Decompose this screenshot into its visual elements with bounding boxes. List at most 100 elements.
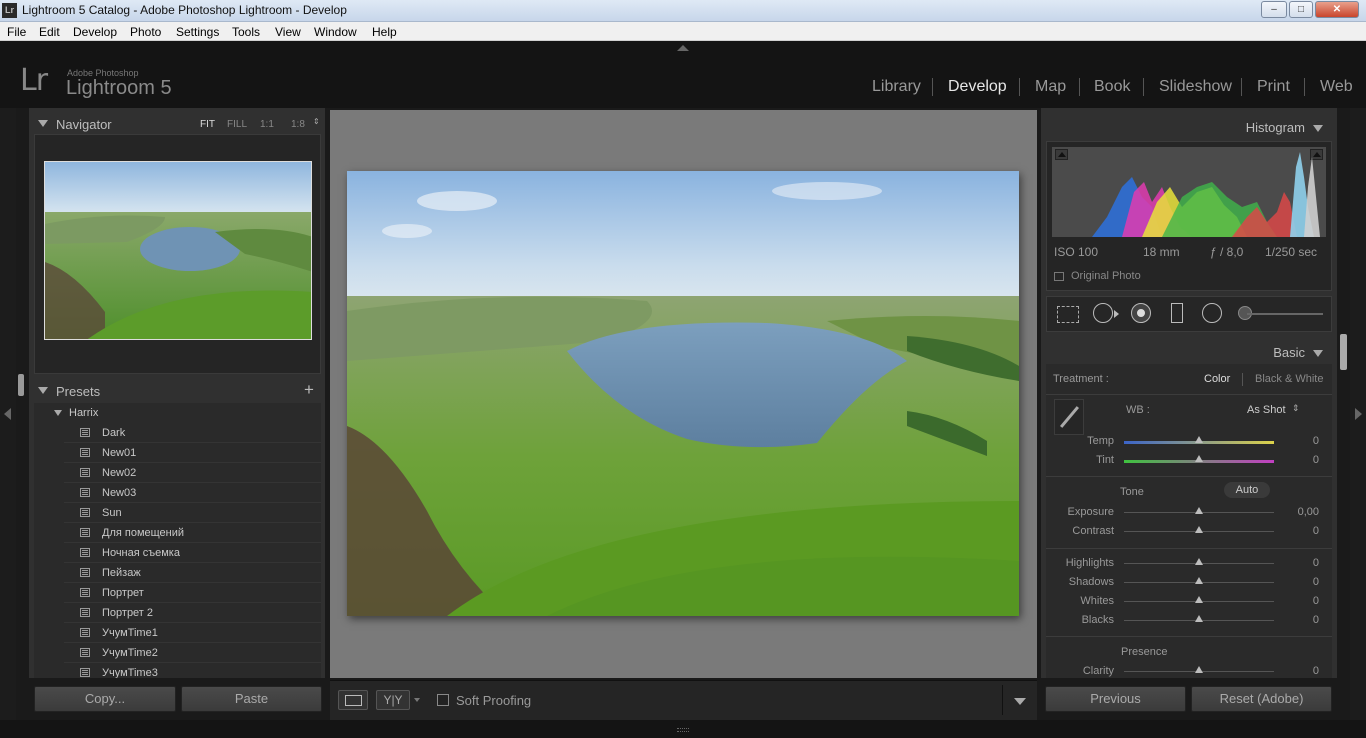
module-slideshow[interactable]: Slideshow — [1159, 78, 1232, 96]
exposure-value[interactable]: 0,00 — [1279, 506, 1319, 518]
contrast-slider-thumb[interactable] — [1195, 526, 1203, 533]
clarity-value[interactable]: 0 — [1279, 665, 1319, 677]
tint-slider-thumb[interactable] — [1195, 455, 1203, 462]
preset-item[interactable]: New02 — [64, 463, 321, 483]
landscape-photo — [347, 171, 1019, 616]
right-panel-toggle-icon[interactable] — [1355, 408, 1362, 420]
module-library[interactable]: Library — [872, 78, 921, 96]
toolbar-options-icon[interactable] — [1014, 698, 1026, 705]
loupe-view-icon[interactable] — [338, 690, 368, 710]
clarity-slider-thumb[interactable] — [1195, 666, 1203, 673]
main-photo[interactable] — [347, 171, 1019, 616]
blacks-value[interactable]: 0 — [1279, 614, 1319, 626]
graduated-filter-tool-icon[interactable] — [1171, 303, 1183, 323]
menu-photo[interactable]: Photo — [130, 25, 161, 39]
original-photo-checkbox[interactable] — [1054, 272, 1064, 281]
crop-tool-icon[interactable] — [1057, 306, 1079, 323]
menu-help[interactable]: Help — [372, 25, 397, 39]
shadows-slider-thumb[interactable] — [1195, 577, 1203, 584]
wb-dropdown[interactable]: As Shot — [1247, 404, 1286, 416]
menu-settings[interactable]: Settings — [176, 25, 219, 39]
paste-button[interactable]: Paste — [181, 686, 322, 712]
radial-filter-tool-icon[interactable] — [1202, 303, 1222, 323]
filmstrip-toggle-icon[interactable] — [677, 728, 689, 732]
shadows-value[interactable]: 0 — [1279, 576, 1319, 588]
blacks-slider-thumb[interactable] — [1195, 615, 1203, 622]
wb-dropdown-icon[interactable]: ⇕ — [1292, 403, 1300, 414]
top-panel-toggle-icon[interactable] — [677, 45, 689, 51]
collapse-icon[interactable] — [1313, 125, 1323, 132]
preset-item[interactable]: УчумTime3 — [64, 663, 321, 678]
close-icon[interactable]: ✕ — [1315, 1, 1359, 18]
exposure-slider-thumb[interactable] — [1195, 507, 1203, 514]
menu-window[interactable]: Window — [314, 25, 357, 39]
preset-item[interactable]: УчумTime2 — [64, 643, 321, 663]
navigator-1-8[interactable]: 1:8 — [291, 119, 305, 130]
module-print[interactable]: Print — [1257, 78, 1290, 96]
highlights-value[interactable]: 0 — [1279, 557, 1319, 569]
add-preset-icon[interactable]: + — [304, 380, 314, 400]
reset-button[interactable]: Reset (Adobe) — [1191, 686, 1332, 712]
navigator-thumbnail[interactable] — [44, 161, 312, 340]
menu-file[interactable]: File — [7, 25, 26, 39]
collapse-icon[interactable] — [38, 120, 48, 127]
highlights-slider-thumb[interactable] — [1195, 558, 1203, 565]
preset-item[interactable]: New03 — [64, 483, 321, 503]
preset-item[interactable]: Sun — [64, 503, 321, 523]
previous-button[interactable]: Previous — [1045, 686, 1186, 712]
red-eye-tool-icon[interactable] — [1131, 303, 1151, 323]
presets-title: Presets — [56, 384, 101, 399]
left-scrollbar-thumb[interactable] — [18, 374, 24, 396]
treatment-bw-option[interactable]: Black & White — [1255, 373, 1323, 385]
whites-value[interactable]: 0 — [1279, 595, 1319, 607]
menu-develop[interactable]: Develop — [73, 25, 117, 39]
temp-value[interactable]: 0 — [1279, 435, 1319, 447]
minimize-icon[interactable]: – — [1261, 1, 1287, 18]
preset-item[interactable]: Портрет 2 — [64, 603, 321, 623]
navigator-fit[interactable]: FIT — [200, 119, 215, 130]
navigator-1-1[interactable]: 1:1 — [260, 119, 274, 130]
preset-item[interactable]: Для помещений — [64, 523, 321, 543]
module-develop[interactable]: Develop — [948, 78, 1007, 96]
left-panel-toggle-icon[interactable] — [4, 408, 11, 420]
copy-button[interactable]: Copy... — [34, 686, 176, 712]
menu-tools[interactable]: Tools — [232, 25, 260, 39]
module-web[interactable]: Web — [1320, 78, 1353, 96]
navigator-fill[interactable]: FILL — [227, 119, 247, 130]
wb-eyedropper-icon[interactable] — [1054, 399, 1084, 435]
bottom-strip — [0, 720, 1366, 738]
navigator-zoom-dropdown-icon[interactable]: ⇕ — [313, 117, 320, 126]
preset-item[interactable]: Ночная съемка — [64, 543, 321, 563]
maximize-icon[interactable]: □ — [1289, 1, 1313, 18]
preset-item[interactable]: Пейзаж — [64, 563, 321, 583]
preset-item[interactable]: New01 — [64, 443, 321, 463]
collapse-icon[interactable] — [38, 387, 48, 394]
preset-item[interactable]: Портрет — [64, 583, 321, 603]
auto-tone-button[interactable]: Auto — [1224, 482, 1270, 498]
whites-slider-thumb[interactable] — [1195, 596, 1203, 603]
before-after-view-icon[interactable]: Y|Y — [376, 690, 410, 710]
tint-value[interactable]: 0 — [1279, 454, 1319, 466]
group-separator — [1046, 476, 1332, 477]
contrast-value[interactable]: 0 — [1279, 525, 1319, 537]
preset-item[interactable]: УчумTime1 — [64, 623, 321, 643]
treatment-color-option[interactable]: Color — [1204, 373, 1230, 385]
spot-removal-tool-icon[interactable] — [1093, 303, 1113, 323]
preset-folder[interactable]: Harrix — [54, 407, 98, 419]
temp-slider-thumb[interactable] — [1195, 436, 1203, 443]
right-scrollbar-thumb[interactable] — [1340, 334, 1347, 370]
menu-edit[interactable]: Edit — [39, 25, 60, 39]
module-map[interactable]: Map — [1035, 78, 1066, 96]
folder-expand-icon[interactable] — [54, 410, 62, 416]
presets-header[interactable]: Presets + — [29, 378, 325, 404]
preset-item[interactable]: Dark — [64, 423, 321, 443]
view-mode-dropdown-icon[interactable] — [414, 698, 420, 702]
module-book[interactable]: Book — [1094, 78, 1130, 96]
basic-header[interactable]: Basic — [1273, 345, 1323, 360]
collapse-icon[interactable] — [1313, 350, 1323, 357]
menu-view[interactable]: View — [275, 25, 301, 39]
image-canvas[interactable] — [330, 110, 1037, 678]
histogram-graph[interactable] — [1052, 147, 1326, 237]
histogram-header[interactable]: Histogram — [1246, 120, 1323, 135]
soft-proofing-checkbox[interactable] — [437, 694, 449, 706]
